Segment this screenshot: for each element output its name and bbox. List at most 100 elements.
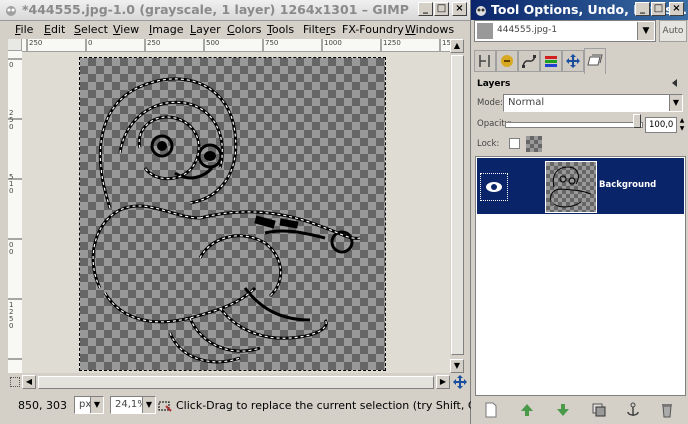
scroll-left-button[interactable]: ◀ [22, 375, 36, 389]
dock-titlebar[interactable]: Tool Options, Undo, Paths,... _ □ × [471, 0, 688, 20]
anchor-layer-icon[interactable] [625, 402, 641, 418]
opacity-value-field[interactable]: 100,0 [645, 117, 677, 133]
h-tick: 0 [88, 39, 93, 47]
layers-button-bar [473, 398, 686, 422]
maximize-button[interactable]: □ [434, 2, 449, 16]
quick-mask-corner[interactable] [8, 39, 22, 51]
duplicate-layer-icon[interactable] [591, 402, 607, 418]
eye-icon [486, 182, 502, 192]
tool-options-icon [479, 55, 490, 67]
device-status-icon [501, 55, 513, 67]
horizontal-scroll-thumb[interactable] [38, 376, 434, 389]
unit-select[interactable]: px ▼ [74, 396, 104, 414]
visibility-toggle[interactable] [480, 173, 508, 201]
h-tick: 1000 [324, 39, 342, 47]
v-tick: 0 [9, 187, 14, 195]
close-button[interactable]: × [669, 2, 684, 16]
maximize-button[interactable]: □ [651, 2, 666, 16]
layers-list[interactable]: Background [475, 156, 686, 396]
image-canvas[interactable] [22, 52, 450, 373]
scroll-right-button[interactable]: ▶ [436, 375, 450, 389]
delete-layer-icon[interactable] [659, 402, 675, 418]
image-with-selection[interactable] [79, 57, 386, 371]
dock-tabs [471, 48, 688, 74]
pointer-coordinates: 850, 303 [18, 399, 67, 412]
minimize-button[interactable]: _ [635, 2, 650, 16]
menu-view[interactable]: View [113, 23, 139, 36]
menu-layer[interactable]: Layer [190, 23, 221, 36]
gimp-logo-icon [476, 6, 486, 16]
zoom-select[interactable]: 24,1% ▼ [110, 396, 156, 414]
minimize-button[interactable]: _ [418, 2, 433, 16]
menu-fx-foundry[interactable]: FX-Foundry [342, 23, 404, 36]
chevron-down-icon: ▼ [637, 22, 654, 40]
gimp-logo-icon [6, 6, 16, 16]
menu-windows[interactable]: Windows [405, 23, 454, 36]
layers-dialog: Layers Mode: Normal ▼ Opacity: 100,0 ▲ ▼ … [473, 74, 686, 424]
horizontal-ruler[interactable]: 250 0 250 500 750 1000 1250 1500 [22, 39, 450, 52]
new-layer-icon[interactable] [483, 402, 499, 418]
close-button[interactable]: × [452, 2, 467, 16]
move-icon [566, 54, 580, 68]
opacity-spin-buttons[interactable]: ▲ ▼ [678, 117, 686, 133]
menu-image[interactable]: Image [149, 23, 183, 36]
layers-dialog-title: Layers [477, 79, 511, 89]
chevron-down-icon: ▼ [142, 397, 155, 413]
lower-layer-icon[interactable] [555, 402, 571, 418]
menu-file[interactable]: File [15, 23, 33, 36]
h-tick: 1500 [442, 39, 450, 47]
navigate-icon[interactable] [452, 374, 468, 390]
vertical-ruler[interactable]: 0 2 5 0 5 1 0 0 0 1 2 5 0 [8, 51, 23, 373]
opacity-slider[interactable] [505, 122, 643, 128]
dock-window: Tool Options, Undo, Paths,... _ □ × 4445… [471, 0, 688, 424]
layers-icon [587, 54, 603, 66]
image-window-titlebar[interactable]: *444555.jpg-1.0 (grayscale, 1 layer) 126… [0, 0, 470, 21]
h-tick: 500 [206, 39, 220, 47]
menu-filters[interactable]: Filters [303, 23, 336, 36]
menu-edit[interactable]: Edit [44, 23, 65, 36]
h-tick: 250 [29, 39, 43, 47]
raise-layer-icon[interactable] [519, 402, 535, 418]
menu-select[interactable]: Select [74, 23, 108, 36]
opacity-slider-thumb[interactable] [633, 114, 641, 128]
tab-menu-icon[interactable] [669, 77, 681, 89]
v-tick: 0 [9, 123, 14, 131]
scroll-down-button[interactable]: ▼ [450, 359, 464, 373]
layer-row-background[interactable]: Background [477, 158, 684, 214]
menubar: File Edit Select View Image Layer Colors… [0, 20, 470, 39]
lock-label: Lock: [477, 139, 500, 149]
mode-label: Mode: [477, 98, 504, 108]
scroll-up-button[interactable]: ▲ [450, 39, 464, 53]
tab-paths[interactable] [518, 50, 540, 72]
paths-icon [522, 55, 536, 68]
mode-select[interactable]: Normal ▼ [503, 94, 683, 112]
layer-name: Background [599, 180, 657, 190]
tab-device-status[interactable] [496, 50, 518, 72]
vertical-scrollbar[interactable]: ▲ ▼ [450, 39, 465, 373]
h-tick: 750 [265, 39, 279, 47]
statusbar: 850, 303 px ▼ 24,1% ▼ Click-Drag to repl… [0, 392, 514, 424]
chevron-down-icon: ▼ [669, 95, 682, 111]
vertical-scroll-thumb[interactable] [451, 55, 464, 355]
channels-icon [545, 56, 557, 67]
chevron-down-icon: ▼ [90, 397, 103, 413]
image-thumbnail [477, 23, 493, 39]
menu-tools[interactable]: Tools [267, 23, 294, 36]
lock-alpha-checkbox[interactable] [509, 138, 520, 149]
image-menu-select[interactable]: 444555.jpg-1 ▼ [474, 20, 656, 42]
tab-pointer[interactable] [562, 50, 584, 72]
image-select-value: 444555.jpg-1 [497, 25, 558, 35]
v-tick: 0 [9, 322, 14, 330]
auto-button[interactable]: Auto [659, 20, 687, 42]
zoom-image-when-window-size-changes-icon[interactable] [10, 377, 20, 387]
tab-colors[interactable] [540, 50, 562, 72]
tab-layers[interactable] [584, 48, 606, 74]
left-gutter [0, 39, 8, 391]
horizontal-scrollbar[interactable]: ◀ ▶ [22, 375, 450, 390]
menu-colors[interactable]: Colors [227, 23, 261, 36]
mode-value: Normal [508, 97, 545, 108]
image-window: *444555.jpg-1.0 (grayscale, 1 layer) 126… [0, 0, 514, 424]
rect-select-tool-icon [158, 401, 172, 412]
layer-thumbnail [545, 161, 597, 213]
tab-tool-options[interactable] [474, 50, 496, 72]
